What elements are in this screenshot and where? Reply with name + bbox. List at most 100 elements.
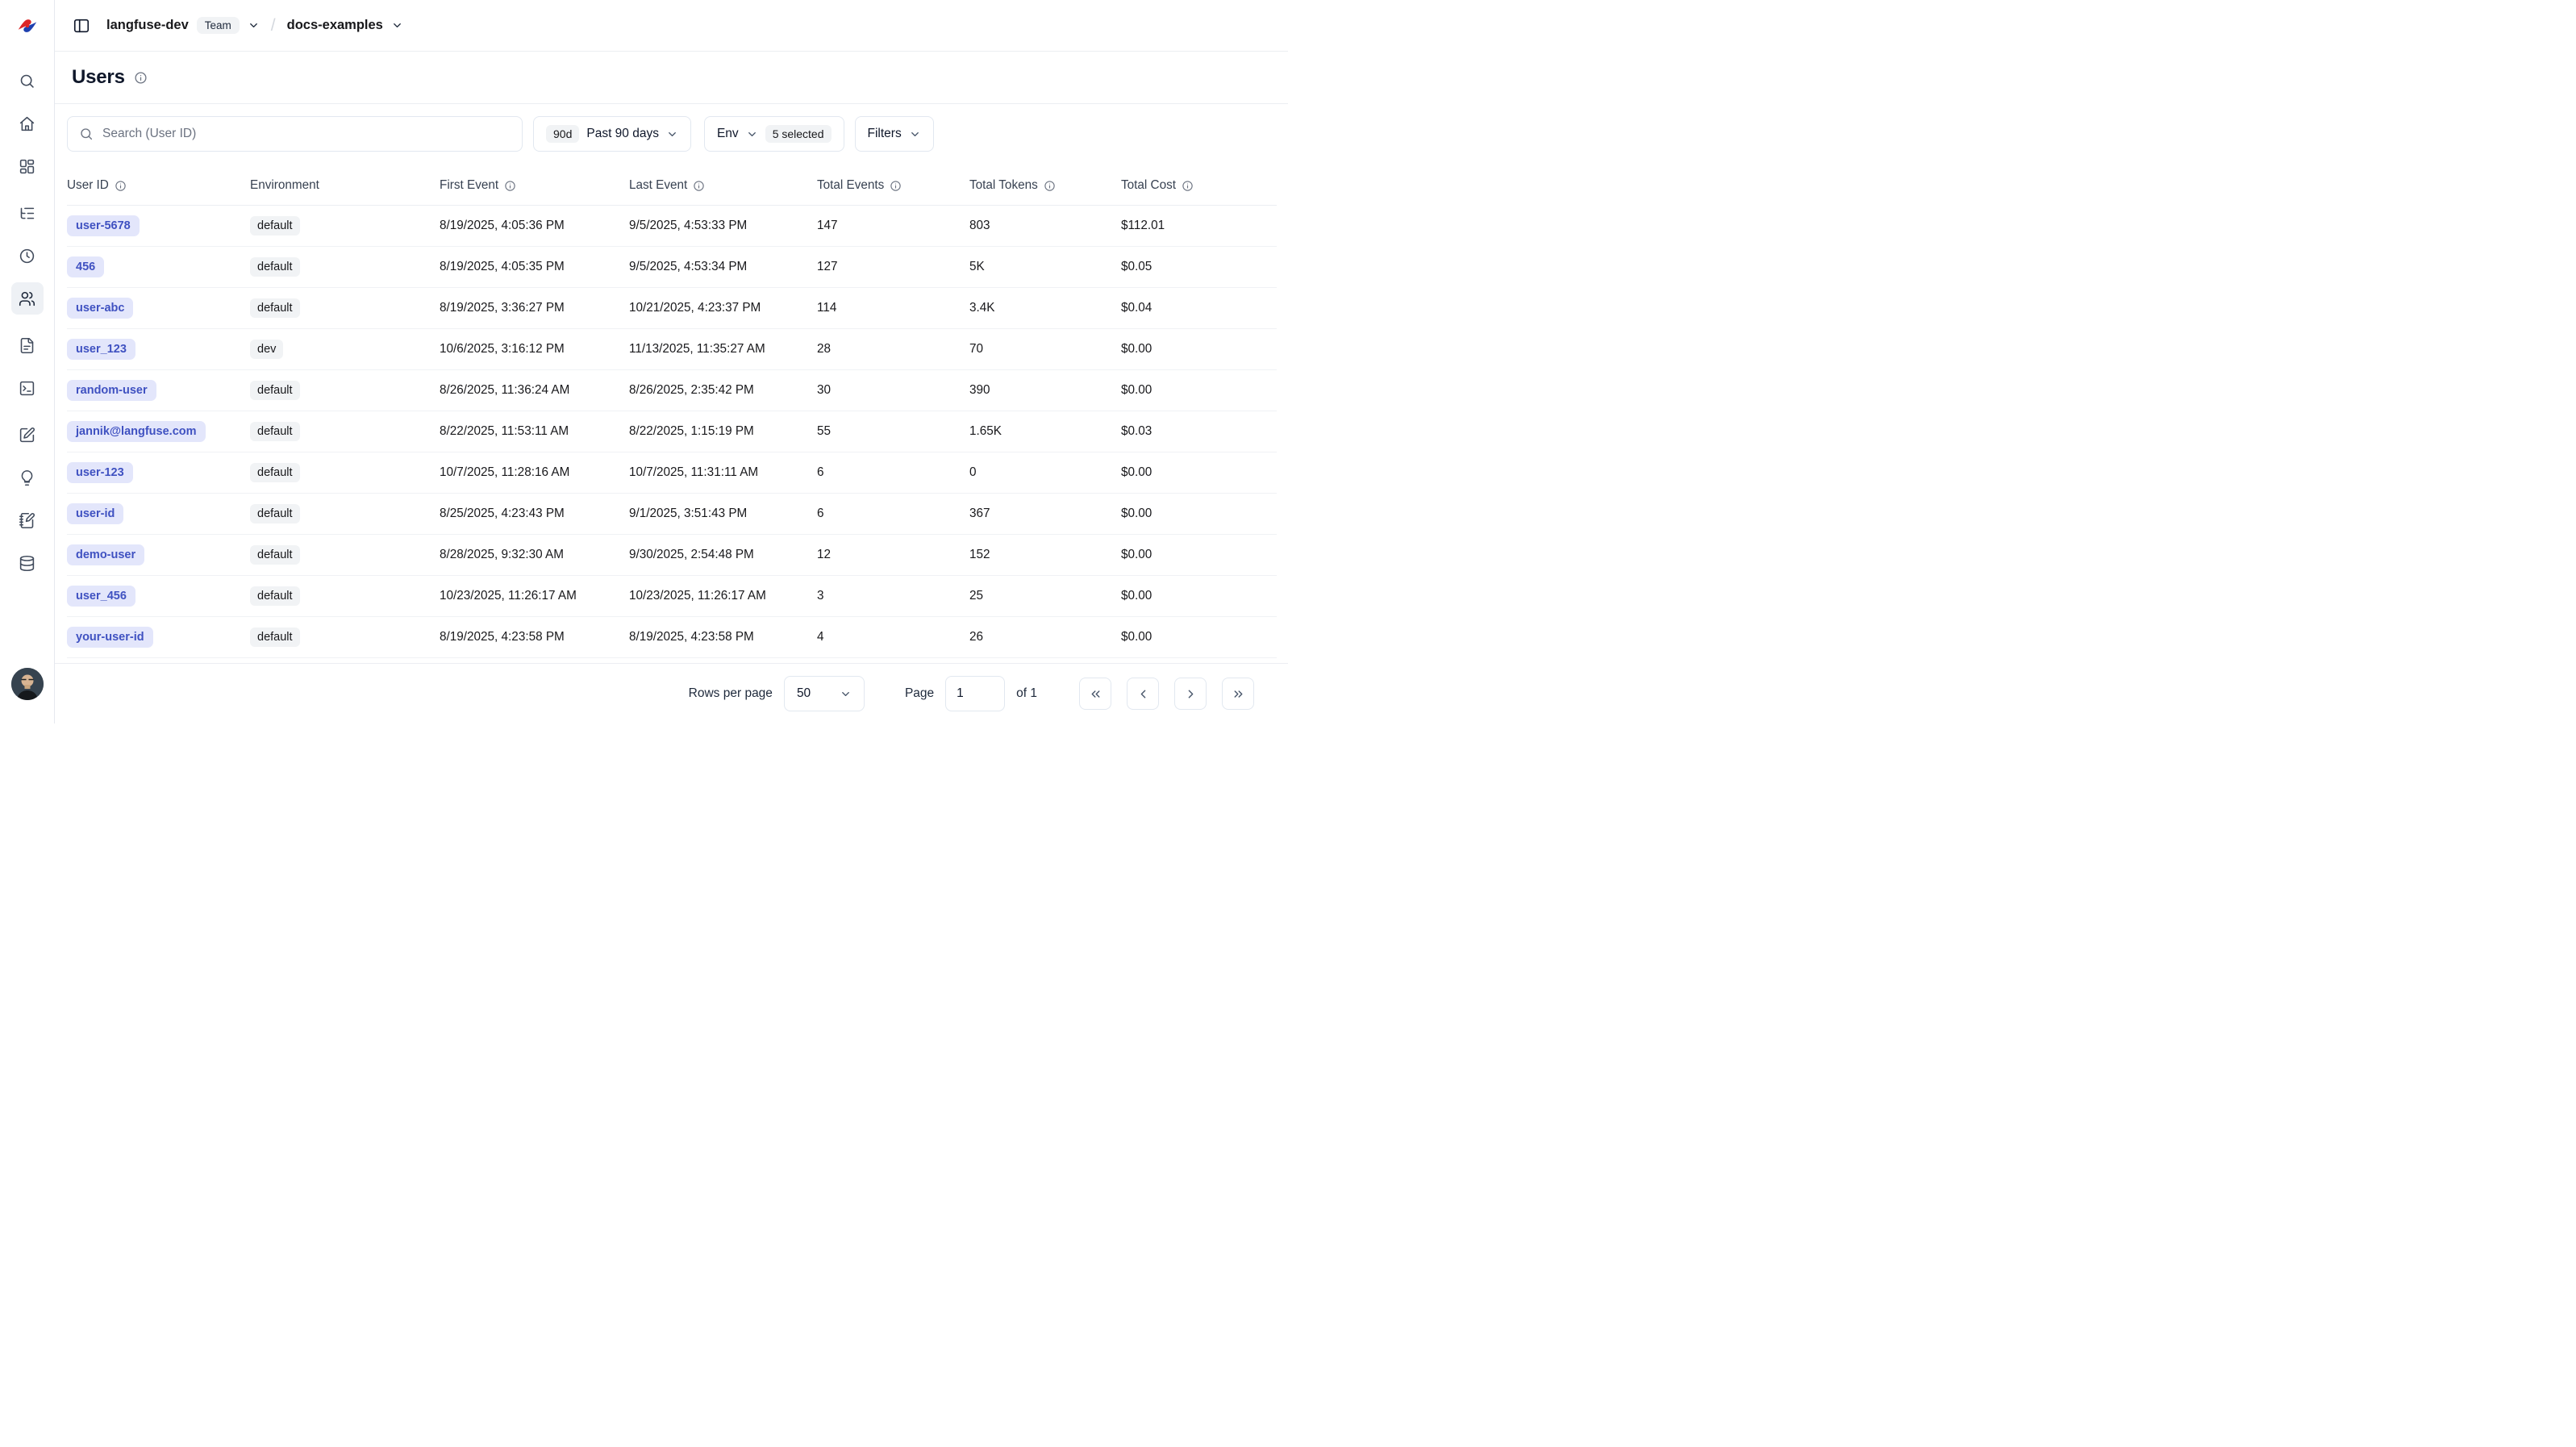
column-header-total_tokens[interactable]: Total Tokens	[969, 166, 1121, 206]
page-title: Users	[72, 66, 125, 89]
evals-pen-icon	[19, 427, 35, 444]
user-table-row[interactable]: 456 default 8/19/2025, 4:05:35 PM 9/5/20…	[67, 247, 1277, 288]
sidebar-item-home[interactable]	[11, 107, 44, 140]
sidebar-item-database[interactable]	[11, 547, 44, 579]
user-id-badge[interactable]: your-user-id	[67, 627, 153, 648]
sidebar-item-playground[interactable]	[11, 372, 44, 404]
environment-badge: default	[250, 422, 300, 441]
page-title-bar: Users	[55, 52, 1288, 104]
chevrons-left-icon	[1089, 687, 1103, 701]
total-tokens-cell: 70	[969, 329, 1121, 370]
total-cost-cell: $0.00	[1121, 370, 1277, 411]
first-page-button[interactable]	[1079, 678, 1111, 710]
next-page-button[interactable]	[1174, 678, 1207, 710]
sidebar-item-tracing[interactable]	[11, 197, 44, 229]
user-table-row[interactable]: user-123 default 10/7/2025, 11:28:16 AM …	[67, 452, 1277, 494]
user-id-badge[interactable]: jannik@langfuse.com	[67, 421, 206, 442]
langfuse-logo[interactable]	[0, 0, 54, 52]
sidebar-item-search[interactable]	[11, 65, 44, 97]
user-id-badge[interactable]: demo-user	[67, 544, 144, 565]
last-event-cell: 8/19/2025, 4:23:58 PM	[629, 617, 817, 658]
sidebar-toggle-button[interactable]	[66, 10, 97, 41]
user-id-badge[interactable]: user_456	[67, 586, 135, 607]
user-id-badge[interactable]: user-5678	[67, 215, 140, 236]
search-box	[67, 116, 523, 152]
sidebar-item-users[interactable]	[11, 282, 44, 315]
last-page-button[interactable]	[1222, 678, 1254, 710]
info-icon[interactable]	[890, 180, 902, 192]
sidebar-item-prompts[interactable]	[11, 329, 44, 361]
filters-button[interactable]: Filters	[855, 116, 934, 152]
sidebar-group-4	[11, 419, 44, 579]
total-tokens-cell: 3.4K	[969, 288, 1121, 329]
sidebar-group-3	[11, 329, 44, 404]
sidebar-item-dashboards[interactable]	[11, 150, 44, 182]
user-id-badge[interactable]: 456	[67, 256, 104, 277]
rows-per-page-select[interactable]: 50	[784, 676, 865, 711]
insights-lightbulb-icon	[19, 469, 35, 486]
org-name[interactable]: langfuse-dev	[106, 18, 189, 33]
user-id-badge[interactable]: user_123	[67, 339, 135, 360]
main-area: langfuse-dev Team / docs-examples Users …	[55, 0, 1288, 724]
column-header-last_event[interactable]: Last Event	[629, 166, 817, 206]
total-cost-cell: $0.00	[1121, 494, 1277, 535]
info-icon[interactable]	[1182, 180, 1194, 192]
total-tokens-cell: 803	[969, 206, 1121, 247]
breadcrumb-separator: /	[271, 16, 276, 35]
user-table-row[interactable]: user_123 dev 10/6/2025, 3:16:12 PM 11/13…	[67, 329, 1277, 370]
user-table-row[interactable]: jannik@langfuse.com default 8/22/2025, 1…	[67, 411, 1277, 452]
environment-badge: default	[250, 463, 300, 482]
column-header-total_events[interactable]: Total Events	[817, 166, 969, 206]
total-events-cell: 127	[817, 247, 969, 288]
user-id-badge[interactable]: user-123	[67, 462, 133, 483]
prompts-file-icon	[19, 337, 35, 354]
user-table-row[interactable]: your-user-id default 8/19/2025, 4:23:58 …	[67, 617, 1277, 658]
first-event-cell: 8/19/2025, 3:36:27 PM	[440, 288, 629, 329]
chevrons-right-icon	[1232, 687, 1245, 701]
project-chevron-down-icon[interactable]	[391, 19, 403, 31]
environment-badge: default	[250, 381, 300, 400]
sidebar-item-insights[interactable]	[11, 461, 44, 494]
date-range-button[interactable]: 90d Past 90 days	[533, 116, 691, 152]
total-cost-cell: $0.00	[1121, 329, 1277, 370]
user-table-row[interactable]: user-5678 default 8/19/2025, 4:05:36 PM …	[67, 206, 1277, 247]
total-cost-cell: $0.04	[1121, 288, 1277, 329]
column-header-first_event[interactable]: First Event	[440, 166, 629, 206]
column-header-user_id[interactable]: User ID	[67, 166, 250, 206]
total-events-cell: 6	[817, 452, 969, 494]
project-name[interactable]: docs-examples	[287, 18, 383, 33]
users-table-body: user-5678 default 8/19/2025, 4:05:36 PM …	[67, 206, 1277, 658]
user-table-row[interactable]: random-user default 8/26/2025, 11:36:24 …	[67, 370, 1277, 411]
sidebar-item-sessions[interactable]	[11, 240, 44, 272]
total-cost-cell: $0.03	[1121, 411, 1277, 452]
user-id-badge[interactable]: user-id	[67, 503, 123, 524]
user-avatar[interactable]	[11, 668, 44, 700]
date-range-chip: 90d	[546, 125, 579, 143]
page-number-input[interactable]	[945, 676, 1005, 711]
column-header-total_cost[interactable]: Total Cost	[1121, 166, 1277, 206]
sidebar-nav	[11, 52, 44, 657]
user-id-badge[interactable]: user-abc	[67, 298, 133, 319]
environment-badge: default	[250, 628, 300, 647]
total-events-cell: 4	[817, 617, 969, 658]
sidebar-item-evals[interactable]	[11, 419, 44, 451]
user-id-badge[interactable]: random-user	[67, 380, 156, 401]
info-icon[interactable]	[693, 180, 705, 192]
page-title-info-icon[interactable]	[134, 71, 148, 85]
search-input[interactable]	[102, 127, 511, 141]
environment-badge: dev	[250, 340, 283, 359]
environment-filter-button[interactable]: Env 5 selected	[704, 116, 844, 152]
previous-page-button[interactable]	[1127, 678, 1159, 710]
last-event-cell: 10/23/2025, 11:26:17 AM	[629, 576, 817, 617]
info-icon[interactable]	[504, 180, 516, 192]
column-header-environment[interactable]: Environment	[250, 166, 440, 206]
user-table-row[interactable]: user_456 default 10/23/2025, 11:26:17 AM…	[67, 576, 1277, 617]
info-icon[interactable]	[1044, 180, 1056, 192]
user-table-row[interactable]: user-id default 8/25/2025, 4:23:43 PM 9/…	[67, 494, 1277, 535]
user-table-row[interactable]: demo-user default 8/28/2025, 9:32:30 AM …	[67, 535, 1277, 576]
sidebar-item-datasets[interactable]	[11, 504, 44, 536]
first-event-cell: 8/28/2025, 9:32:30 AM	[440, 535, 629, 576]
org-chevron-down-icon[interactable]	[248, 19, 260, 31]
user-table-row[interactable]: user-abc default 8/19/2025, 3:36:27 PM 1…	[67, 288, 1277, 329]
info-icon[interactable]	[115, 180, 127, 192]
